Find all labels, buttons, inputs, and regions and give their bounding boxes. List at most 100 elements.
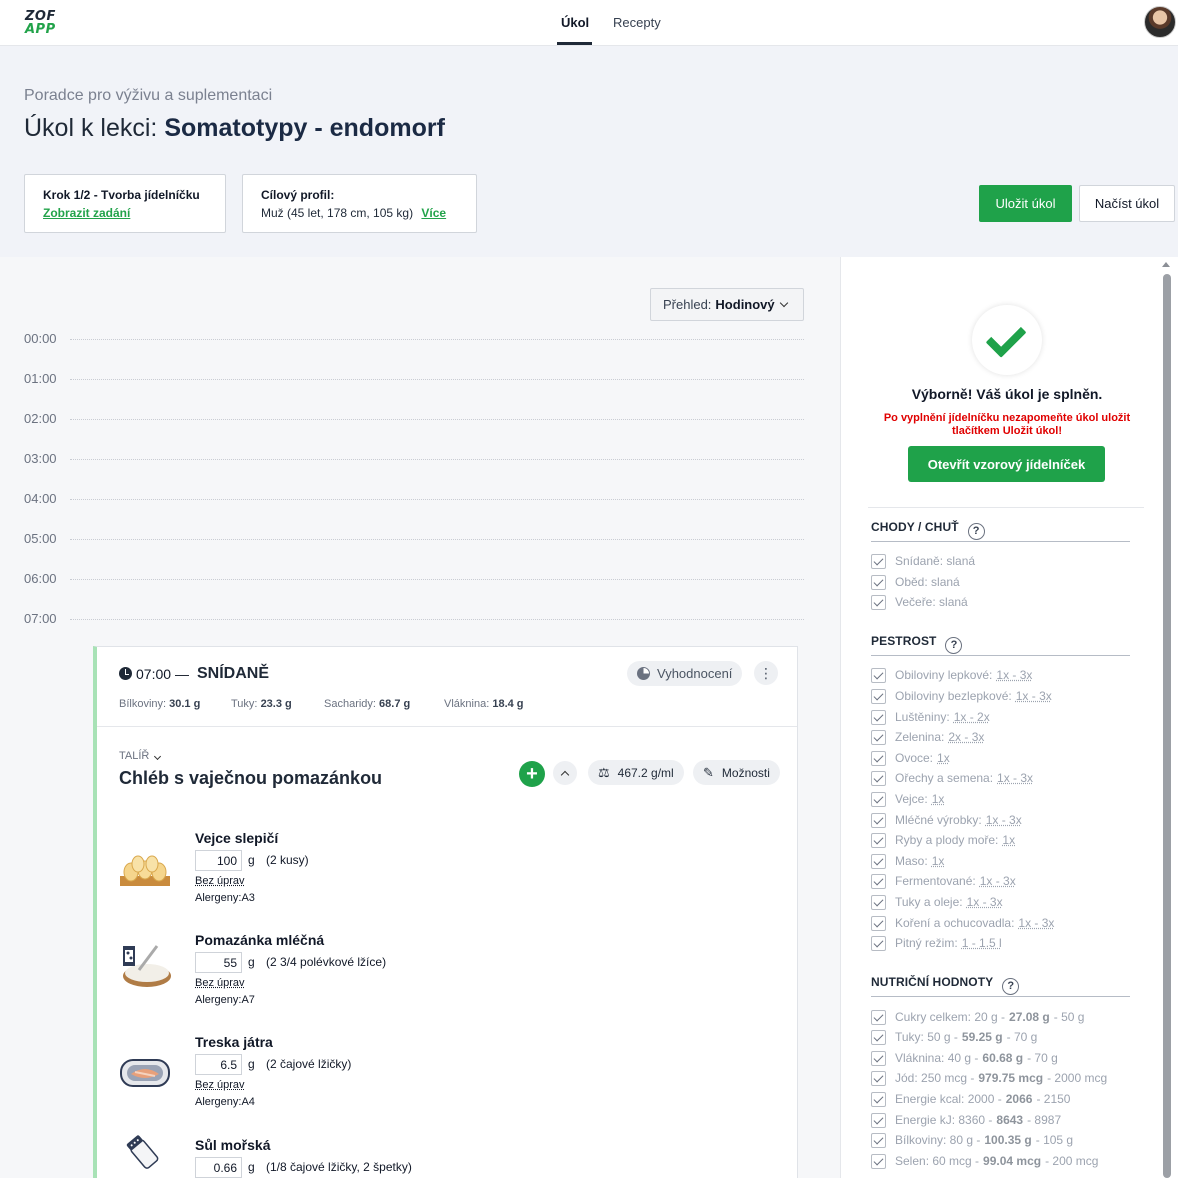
dish-name: Chléb s vaječnou pomazánkou bbox=[119, 768, 382, 789]
options-button[interactable]: ✎ Možnosti bbox=[693, 760, 780, 785]
ingredient-row: Vejce slepičí 100 g (2 kusy) Bez úprav A… bbox=[119, 830, 719, 920]
clock-icon bbox=[119, 667, 132, 680]
collapse-button[interactable] bbox=[553, 761, 577, 785]
allergens: Alergeny:A4 bbox=[195, 1096, 255, 1108]
show-assignment-link[interactable]: Zobrazit zadání bbox=[43, 204, 207, 222]
checkbox-checked[interactable] bbox=[871, 771, 886, 786]
nutrient-label: Tuky: 50 g - bbox=[895, 1030, 958, 1044]
nutrient-max: - 70 g bbox=[1027, 1051, 1058, 1065]
chevron-down-icon bbox=[779, 298, 787, 306]
nutrient-item: Vláknina: 40 g -60.68 g- 70 g bbox=[871, 1049, 1058, 1067]
checkbox-checked[interactable] bbox=[871, 792, 886, 807]
step-box: Krok 1/2 - Tvorba jídelníčku Zobrazit za… bbox=[24, 174, 226, 233]
salt-shaker-icon bbox=[119, 1133, 171, 1177]
checkbox-checked[interactable] bbox=[871, 1051, 886, 1066]
tab-ukol[interactable]: Úkol bbox=[561, 15, 589, 30]
ingredient-name: Treska játra bbox=[195, 1034, 273, 1050]
nutrient-value: 2066 bbox=[1006, 1092, 1033, 1106]
criterion-item: Ovoce: 1x bbox=[871, 749, 950, 767]
ingredient-row: Treska játra 6.5 g (2 čajové lžičky) Bez… bbox=[119, 1034, 719, 1124]
section-underline bbox=[871, 655, 1130, 656]
edits-link[interactable]: Bez úprav bbox=[195, 977, 245, 989]
panel-scrollbar[interactable] bbox=[1163, 274, 1171, 1178]
macro-label: Sacharidy: bbox=[324, 698, 376, 710]
help-icon[interactable]: ? bbox=[968, 523, 985, 540]
criterion-range: 1 - 1.5 l bbox=[962, 936, 1002, 950]
quantity-input[interactable]: 55 bbox=[195, 952, 242, 973]
top-navbar: ZOF APP Úkol Recepty bbox=[0, 0, 1178, 46]
add-ingredient-button[interactable]: + bbox=[519, 761, 545, 787]
load-task-button[interactable]: Načíst úkol bbox=[1079, 185, 1175, 222]
scroll-up-arrow[interactable] bbox=[1162, 262, 1170, 267]
checkbox-checked[interactable] bbox=[871, 895, 886, 910]
profile-more-link[interactable]: Více bbox=[421, 206, 446, 220]
criterion-item: Fermentované: 1x - 3x bbox=[871, 872, 1016, 890]
checkbox-checked[interactable] bbox=[871, 874, 886, 889]
help-icon[interactable]: ? bbox=[1002, 978, 1019, 995]
edits-link[interactable]: Bez úprav bbox=[195, 875, 245, 887]
checkbox-checked[interactable] bbox=[871, 730, 886, 745]
macro-label: Tuky: bbox=[231, 698, 258, 710]
density-button[interactable]: ⚖ 467.2 g/ml bbox=[588, 760, 684, 785]
meal-menu-button[interactable]: ⋮ bbox=[754, 661, 778, 685]
checkbox-checked[interactable] bbox=[871, 595, 886, 610]
checkbox-checked[interactable] bbox=[871, 1092, 886, 1107]
quantity-input[interactable]: 6.5 bbox=[195, 1054, 242, 1075]
hour-label: 02:00 bbox=[24, 411, 57, 426]
criterion-item: Večeře: slaná bbox=[871, 593, 968, 611]
save-task-button[interactable]: Uložit úkol bbox=[979, 185, 1072, 222]
plus-icon: + bbox=[526, 764, 538, 784]
criterion-label: Ovoce: bbox=[895, 751, 933, 765]
app-logo[interactable]: ZOF APP bbox=[25, 10, 61, 36]
criterion-item: Vejce: 1x bbox=[871, 790, 944, 808]
meal-time: 07:00 bbox=[136, 666, 171, 682]
edits-link[interactable]: Bez úprav bbox=[195, 1079, 245, 1091]
macro-protein: Bílkoviny: 30.1 g bbox=[119, 698, 200, 710]
overview-value: Hodinový bbox=[715, 297, 774, 312]
checkbox-checked[interactable] bbox=[871, 1030, 886, 1045]
section-title-text: NUTRIČNÍ HODNOTY bbox=[871, 975, 993, 989]
help-icon[interactable]: ? bbox=[945, 637, 962, 654]
checkbox-checked[interactable] bbox=[871, 668, 886, 683]
evaluation-label: Vyhodnocení bbox=[657, 666, 732, 681]
checkbox-checked[interactable] bbox=[871, 916, 886, 931]
nutrient-value: 979.75 mcg bbox=[978, 1071, 1043, 1085]
step-label: Krok 1/2 - Tvorba jídelníčku bbox=[43, 186, 207, 204]
criterion-range: 2x - 3x bbox=[948, 730, 984, 744]
checkbox-checked[interactable] bbox=[871, 1113, 886, 1128]
pie-chart-icon bbox=[637, 667, 650, 680]
checkbox-checked[interactable] bbox=[871, 1154, 886, 1169]
nutrient-item: Tuky: 50 g -59.25 g- 70 g bbox=[871, 1028, 1037, 1046]
tab-recepty[interactable]: Recepty bbox=[613, 15, 661, 30]
checkbox-checked[interactable] bbox=[871, 833, 886, 848]
nutrient-max: - 8987 bbox=[1027, 1113, 1061, 1127]
checkbox-checked[interactable] bbox=[871, 936, 886, 951]
hour-line bbox=[70, 579, 804, 580]
overview-dropdown[interactable]: Přehled: Hodinový bbox=[650, 288, 804, 321]
nutrient-label: Energie kJ: 8360 - bbox=[895, 1113, 992, 1127]
unit-label: g bbox=[248, 955, 255, 969]
criterion-item: Pitný režim: 1 - 1.5 l bbox=[871, 934, 1002, 952]
checkbox-checked[interactable] bbox=[871, 854, 886, 869]
checkbox-checked[interactable] bbox=[871, 575, 886, 590]
open-sample-menu-button[interactable]: Otevřít vzorový jídelníček bbox=[908, 446, 1105, 482]
checkbox-checked[interactable] bbox=[871, 1071, 886, 1086]
meal-header: 07:00 — SNÍDANĚ Vyhodnocení ⋮ Bílkoviny:… bbox=[97, 647, 797, 727]
portion-description: (1/8 čajové lžičky, 2 špetky) bbox=[266, 1160, 412, 1174]
plate-toggle[interactable]: TALÍŘ bbox=[119, 750, 160, 762]
nutrient-label: Bílkoviny: 80 g - bbox=[895, 1133, 980, 1147]
user-avatar[interactable] bbox=[1144, 6, 1176, 38]
checkbox-checked[interactable] bbox=[871, 1010, 886, 1025]
checkbox-checked[interactable] bbox=[871, 689, 886, 704]
checkbox-checked[interactable] bbox=[871, 710, 886, 725]
checkbox-checked[interactable] bbox=[871, 813, 886, 828]
macro-value: 18.4 g bbox=[492, 698, 523, 710]
criterion-item: Mléčné výrobky: 1x - 3x bbox=[871, 811, 1022, 829]
quantity-input[interactable]: 0.66 bbox=[195, 1157, 242, 1178]
quantity-input[interactable]: 100 bbox=[195, 850, 242, 871]
checkbox-checked[interactable] bbox=[871, 751, 886, 766]
allergens: Alergeny:A7 bbox=[195, 994, 255, 1006]
checkbox-checked[interactable] bbox=[871, 554, 886, 569]
checkbox-checked[interactable] bbox=[871, 1133, 886, 1148]
evaluation-button[interactable]: Vyhodnocení bbox=[627, 661, 742, 686]
